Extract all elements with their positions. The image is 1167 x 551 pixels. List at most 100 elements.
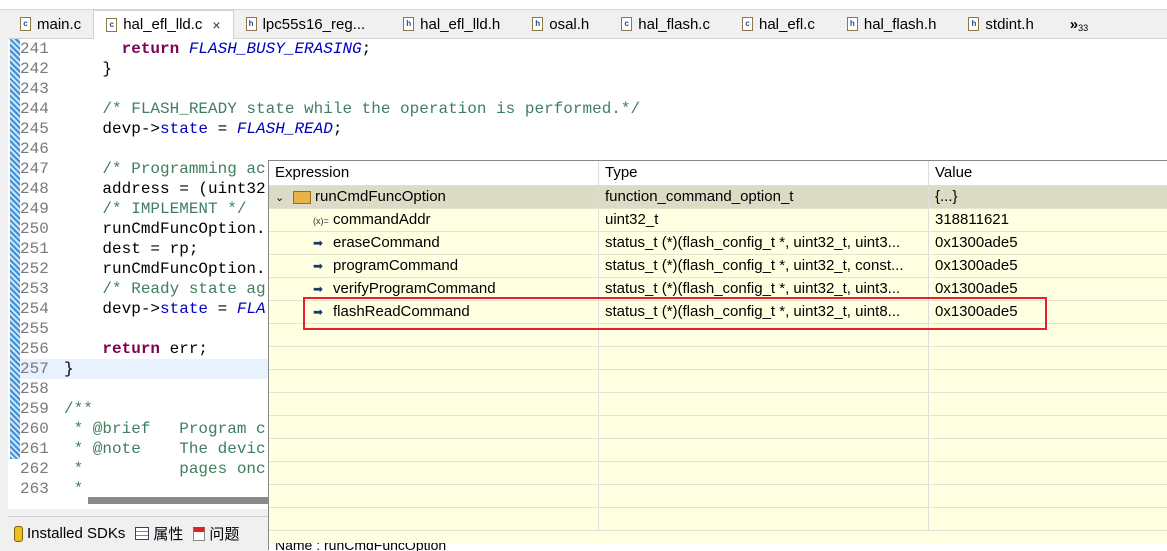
header-value[interactable]: Value [929, 161, 1167, 185]
empty-row [269, 485, 1167, 508]
overflow-icon: » [1069, 15, 1079, 33]
code-line: 263 * [20, 479, 83, 499]
tab-hal-efl-c[interactable]: c hal_efl.c [730, 10, 827, 39]
tab-label: hal_flash.c [638, 15, 710, 33]
tab-label: osal.h [549, 15, 590, 33]
editor-tabs: c main.c c hal_efl_lld.c × h lpc55s16_reg...… [8, 9, 1167, 39]
h-file-icon: h [532, 17, 544, 31]
code-line: 262 * pages onc [20, 459, 266, 479]
line-number: 251 [20, 240, 49, 258]
line-number: 258 [20, 380, 49, 398]
tab-hal-efl-lld-c[interactable]: c hal_efl_lld.c × [93, 9, 234, 39]
horizontal-scrollbar[interactable] [88, 497, 278, 504]
code-text: * [64, 480, 84, 498]
top-strip [0, 0, 1167, 10]
empty-row [269, 508, 1167, 531]
code-line: 250 runCmdFuncOption. [20, 219, 266, 239]
line-number: 243 [20, 80, 49, 98]
properties-icon [135, 527, 150, 540]
line-number: 249 [20, 200, 49, 218]
line-number: 256 [20, 340, 49, 358]
empty-row [269, 439, 1167, 462]
empty-row [269, 416, 1167, 439]
tab-hal-flash-h[interactable]: h hal_flash.h [835, 10, 949, 39]
code-text: /* FLASH_READY state while the operation… [64, 100, 641, 118]
tree-row[interactable]: (x)= commandAddr uint32_t 318811621 [269, 209, 1167, 232]
tab-lpc55s16-reg[interactable]: h lpc55s16_reg... [234, 10, 378, 39]
tabs-overflow-button[interactable]: » 33 [1058, 10, 1100, 39]
tab-label: hal_efl_lld.c [123, 16, 203, 33]
line-number: 259 [20, 400, 49, 418]
code-text: /* IMPLEMENT */ [64, 200, 247, 218]
c-file-icon: c [621, 17, 633, 31]
code-text: * pages onc [64, 460, 266, 478]
tab-label: hal_efl.c [758, 15, 815, 33]
tree-row[interactable]: ➡ programCommand status_t (*)(flash_confi… [269, 255, 1167, 278]
tab-label: hal_efl_lld.h [420, 15, 501, 33]
empty-row [269, 462, 1167, 485]
line-number: 246 [20, 140, 49, 158]
empty-row [269, 370, 1167, 393]
close-icon[interactable]: × [212, 17, 220, 33]
tab-installed-sdks[interactable]: Installed SDKs [14, 525, 125, 542]
line-number: 261 [20, 440, 49, 458]
sdk-icon [14, 525, 23, 542]
change-ruler [10, 39, 20, 459]
expression-name: programCommand [333, 257, 459, 274]
tab-problems[interactable]: 问题 [193, 523, 239, 544]
tab-label: stdint.h [985, 15, 1034, 33]
code-text: /* Ready state ag [64, 280, 266, 298]
problems-icon [193, 526, 206, 541]
code-line: 249 /* IMPLEMENT */ [20, 199, 246, 219]
tab-label: 问题 [209, 526, 240, 543]
bottom-panel-tabs: Installed SDKs 属性 问题 [8, 516, 270, 550]
tab-label: hal_flash.h [863, 15, 937, 33]
expression-hover-popup: Expression Type Value ⌄ runCmdFuncOption … [268, 160, 1167, 551]
code-text: return FLASH_BUSY_ERASING; [121, 40, 372, 58]
struct-icon [293, 190, 311, 204]
tab-stdint-h[interactable]: h stdint.h [956, 10, 1045, 39]
code-text: runCmdFuncOption. [64, 260, 266, 278]
empty-row [269, 347, 1167, 370]
code-line: 243 [20, 79, 62, 99]
tab-hal-flash-c[interactable]: c hal_flash.c [609, 10, 722, 39]
c-file-icon: c [106, 17, 118, 32]
h-file-icon: h [968, 17, 980, 31]
h-file-icon: h [846, 17, 858, 31]
code-text: /** [64, 400, 93, 418]
line-number: 245 [20, 120, 49, 138]
tab-label: main.c [37, 15, 82, 33]
tab-label: Installed SDKs [27, 525, 126, 542]
line-number: 260 [20, 420, 49, 438]
code-text: address = (uint32 [64, 180, 266, 198]
code-text: return err; [102, 340, 209, 358]
tab-hal-efl-lld-h[interactable]: h hal_efl_lld.h [391, 10, 512, 39]
tab-osal-h[interactable]: h osal.h [520, 10, 601, 39]
tab-label: lpc55s16_reg... [262, 15, 366, 33]
empty-row [269, 393, 1167, 416]
tab-label: 属性 [153, 526, 184, 543]
line-number: 255 [20, 320, 49, 338]
code-line: 261 * @note The devic [20, 439, 266, 459]
code-line: 247 /* Programming ac [20, 159, 266, 179]
expression-type: function_command_option_t [599, 186, 929, 208]
header-type[interactable]: Type [599, 161, 929, 185]
line-number: 257 [20, 360, 49, 378]
h-file-icon: h [403, 17, 415, 31]
variable-icon: (x)= [313, 216, 329, 226]
line-number: 262 [20, 460, 49, 478]
tree-row-root[interactable]: ⌄ runCmdFuncOption function_command_optio… [269, 186, 1167, 209]
tab-properties[interactable]: 属性 [135, 523, 183, 544]
code-text: } [64, 360, 74, 378]
line-number: 263 [20, 480, 49, 498]
pointer-icon: ➡ [313, 236, 324, 250]
code-line: 257} [20, 359, 270, 379]
expression-type: uint32_t [599, 209, 929, 231]
pointer-icon: ➡ [313, 259, 324, 273]
chevron-down-icon[interactable]: ⌄ [275, 187, 293, 208]
tree-row[interactable]: ➡ eraseCommand status_t (*)(flash_config_… [269, 232, 1167, 255]
tab-main-c[interactable]: c main.c [8, 10, 93, 39]
line-number: 254 [20, 300, 49, 318]
code-line: 248 address = (uint32 [20, 179, 266, 199]
header-expression[interactable]: Expression [269, 161, 599, 185]
